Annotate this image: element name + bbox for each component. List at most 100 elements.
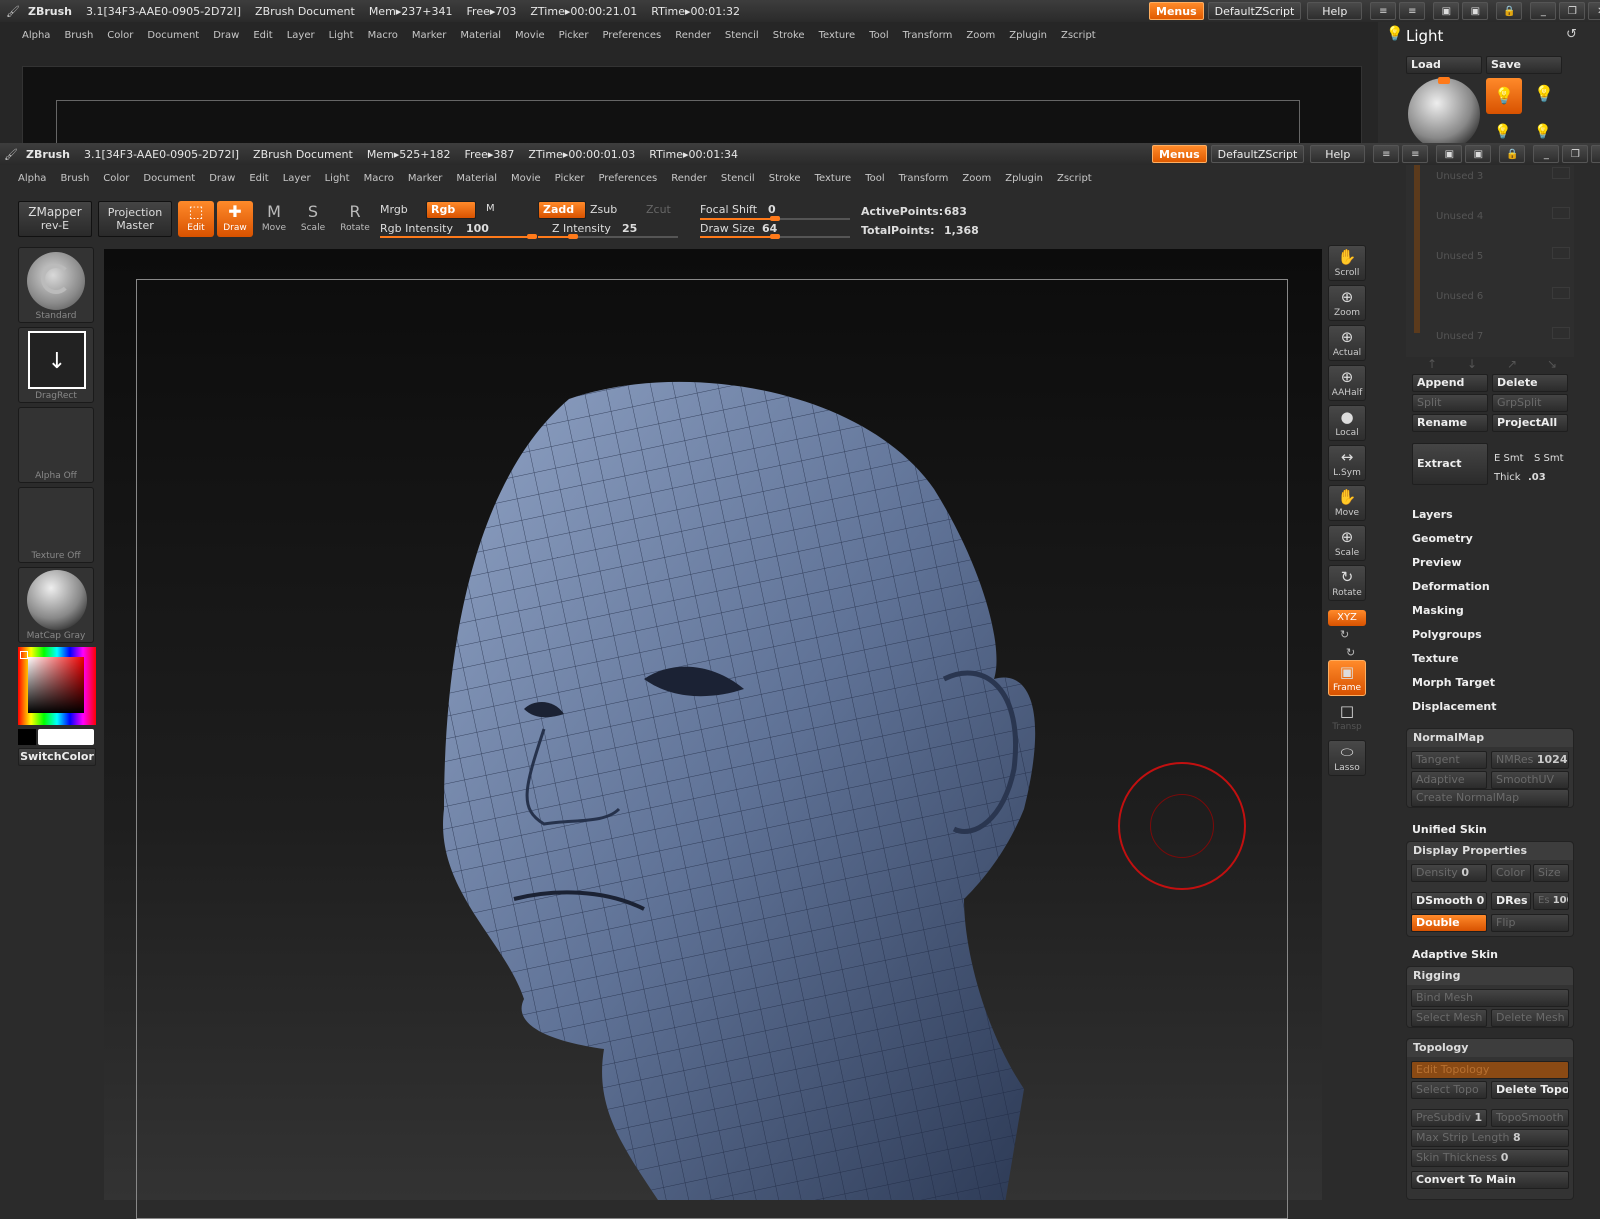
menu-draw[interactable]: Draw xyxy=(209,173,235,184)
menu-alpha[interactable]: Alpha xyxy=(18,173,46,184)
light-load-button[interactable]: Load xyxy=(1406,56,1482,74)
create-normalmap-button[interactable]: Create NormalMap xyxy=(1411,789,1569,807)
esmt-label[interactable]: E Smt xyxy=(1494,453,1524,464)
menu-movie[interactable]: Movie xyxy=(511,173,541,184)
adaptive-skin-section[interactable]: Adaptive Skin xyxy=(1412,948,1498,961)
section-layers[interactable]: Layers xyxy=(1412,508,1453,521)
flip-button[interactable]: Flip xyxy=(1491,914,1569,932)
menu-brush[interactable]: Brush xyxy=(60,173,89,184)
script-button[interactable]: DefaultZScript xyxy=(1207,2,1302,20)
color-slider[interactable]: Color xyxy=(1491,864,1531,882)
m-button[interactable]: M xyxy=(486,203,495,214)
adaptive-button[interactable]: Adaptive xyxy=(1411,771,1487,789)
section-texture[interactable]: Texture xyxy=(1412,652,1459,665)
nmres-slider[interactable]: NMRes 1024 xyxy=(1491,751,1569,769)
focal-shift-slider[interactable] xyxy=(700,216,850,221)
menu-texture[interactable]: Texture xyxy=(819,30,856,41)
rename-button[interactable]: Rename xyxy=(1412,414,1488,432)
menu-zplugin[interactable]: Zplugin xyxy=(1005,173,1043,184)
transp-button[interactable]: □ Transp xyxy=(1328,700,1366,736)
minimize-icon[interactable]: _ xyxy=(1533,145,1560,163)
menus-button[interactable]: Menus xyxy=(1149,2,1204,20)
mrgb-button[interactable]: Mrgb xyxy=(380,203,408,216)
frame-button[interactable]: ▣ Frame xyxy=(1328,660,1366,696)
ssmt-label[interactable]: S Smt xyxy=(1534,453,1564,464)
menu-alpha[interactable]: Alpha xyxy=(22,30,50,41)
z-intensity-slider[interactable] xyxy=(538,234,678,239)
menu-draw[interactable]: Draw xyxy=(213,30,239,41)
menu-tool[interactable]: Tool xyxy=(869,30,888,41)
subtool-row[interactable]: Unused 3 xyxy=(1436,171,1483,182)
close-icon[interactable]: ✕ xyxy=(1591,145,1600,163)
bind-mesh-button[interactable]: Bind Mesh xyxy=(1411,989,1569,1007)
max-strip-slider[interactable]: Max Strip Length 8 xyxy=(1411,1129,1569,1147)
rotate-z-icon[interactable]: ↻ xyxy=(1346,646,1355,659)
menu-zscript[interactable]: Zscript xyxy=(1057,173,1092,184)
light-sphere-marker[interactable] xyxy=(1438,77,1450,84)
layout2-icon[interactable]: ≡ xyxy=(1399,2,1426,20)
zadd-button[interactable]: Zadd xyxy=(538,201,586,219)
append-button[interactable]: Append xyxy=(1412,374,1488,392)
subtool-toggle[interactable] xyxy=(1552,207,1570,219)
menu-transform[interactable]: Transform xyxy=(899,173,949,184)
local-button[interactable]: ● Local xyxy=(1328,405,1366,441)
extract-button[interactable]: Extract xyxy=(1412,443,1488,485)
thick-label[interactable]: Thick xyxy=(1494,472,1521,483)
lock-icon[interactable]: 🔒 xyxy=(1499,145,1526,163)
scale-button[interactable]: ⊕ Scale xyxy=(1328,525,1366,561)
menu-preferences[interactable]: Preferences xyxy=(598,173,657,184)
menu-color[interactable]: Color xyxy=(107,30,133,41)
select-mesh-button[interactable]: Select Mesh xyxy=(1411,1009,1487,1027)
panel-icon[interactable]: ▣ xyxy=(1433,2,1460,20)
rgb-intensity-label[interactable]: Rgb Intensity xyxy=(380,222,453,235)
menu-color[interactable]: Color xyxy=(103,173,129,184)
down-arrow-icon[interactable]: ↓ xyxy=(1467,357,1477,371)
scale-button[interactable]: S Scale xyxy=(295,201,331,237)
color-square[interactable] xyxy=(28,657,84,713)
size-slider[interactable]: Size xyxy=(1533,864,1569,882)
display-properties-title[interactable]: Display Properties xyxy=(1407,842,1573,860)
menu-document[interactable]: Document xyxy=(143,173,195,184)
menu-edit[interactable]: Edit xyxy=(249,173,268,184)
xyz-button[interactable]: XYZ xyxy=(1328,610,1366,626)
panel-icon[interactable]: ▣ xyxy=(1436,145,1463,163)
draw-size-label[interactable]: Draw Size xyxy=(700,222,755,235)
toposmooth-slider[interactable]: TopoSmooth xyxy=(1491,1109,1569,1127)
menu-preferences[interactable]: Preferences xyxy=(602,30,661,41)
light-slot-active[interactable]: 💡 xyxy=(1486,78,1522,114)
subtool-row[interactable]: Unused 7 xyxy=(1436,331,1483,342)
menu-marker[interactable]: Marker xyxy=(408,173,443,184)
draw-button[interactable]: ✚ Draw xyxy=(217,201,253,237)
presubdiv-slider[interactable]: PreSubdiv 1 xyxy=(1411,1109,1487,1127)
subtool-row[interactable]: Unused 6 xyxy=(1436,291,1483,302)
layout-icon[interactable]: ≡ xyxy=(1373,145,1400,163)
rotate-button[interactable]: R Rotate xyxy=(337,201,373,237)
subtool-toggle[interactable] xyxy=(1552,287,1570,299)
help-button[interactable]: Help xyxy=(1307,2,1363,20)
menu-light[interactable]: Light xyxy=(325,173,350,184)
rotate-y-icon[interactable]: ↻ xyxy=(1340,628,1349,641)
dres-slider[interactable]: DRes xyxy=(1491,892,1531,910)
rigging-title[interactable]: Rigging xyxy=(1407,967,1573,985)
select-topo-button[interactable]: Select Topo xyxy=(1411,1081,1487,1099)
edit-topology-button[interactable]: Edit Topology xyxy=(1411,1061,1569,1079)
rgb-intensity-slider[interactable] xyxy=(380,234,537,239)
draw-size-slider[interactable] xyxy=(700,234,850,239)
es-slider[interactable]: Es 100 xyxy=(1533,892,1569,910)
projectall-button[interactable]: ProjectAll xyxy=(1492,414,1568,432)
z-intensity-label[interactable]: Z Intensity xyxy=(552,222,611,235)
alpha-slot[interactable]: Alpha Off xyxy=(18,407,94,483)
material-slot[interactable]: MatCap Gray xyxy=(18,567,94,643)
actual-button[interactable]: ⊕ Actual xyxy=(1328,325,1366,361)
topology-title[interactable]: Topology xyxy=(1407,1039,1573,1057)
menu-marker[interactable]: Marker xyxy=(412,30,447,41)
menu-layer[interactable]: Layer xyxy=(287,30,315,41)
menu-render[interactable]: Render xyxy=(671,173,707,184)
menu-tool[interactable]: Tool xyxy=(865,173,884,184)
section-masking[interactable]: Masking xyxy=(1412,604,1464,617)
rotate-button[interactable]: ↻ Rotate xyxy=(1328,565,1366,601)
light-slot-icon[interactable]: 💡 xyxy=(1534,124,1551,140)
tangent-button[interactable]: Tangent xyxy=(1411,751,1487,769)
menu-picker[interactable]: Picker xyxy=(559,30,589,41)
move-button[interactable]: M Move xyxy=(256,201,292,237)
